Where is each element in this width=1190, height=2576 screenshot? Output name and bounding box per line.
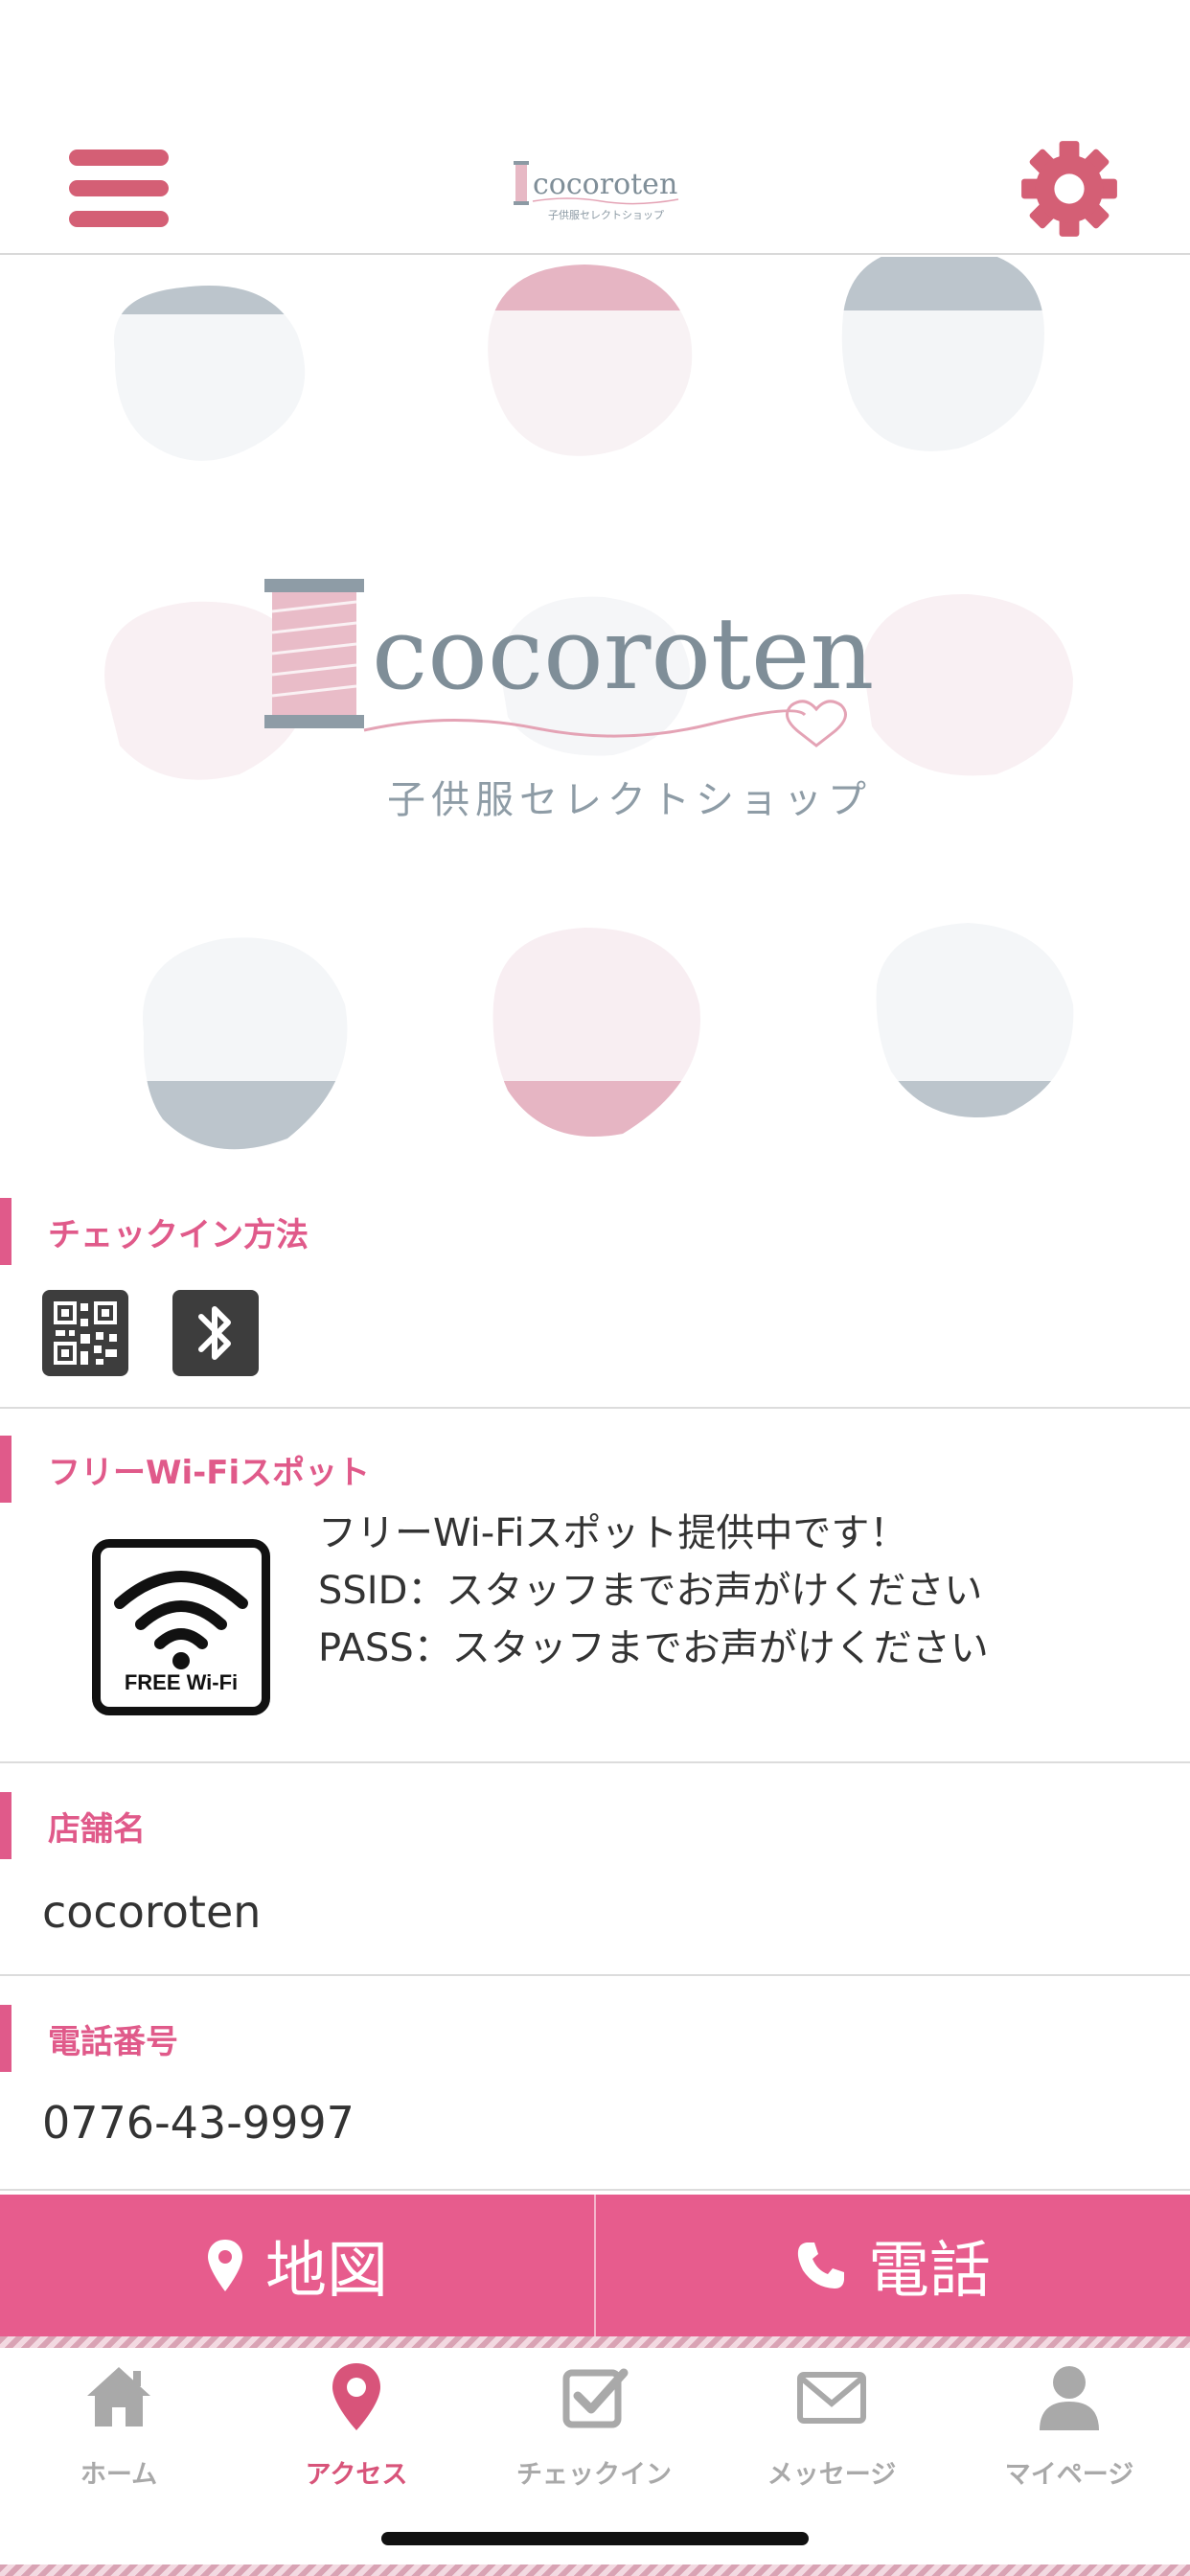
free-wifi-badge: FREE Wi-Fi [92,1539,270,1715]
header-logo[interactable]: cocoroten 子供服セレクトショップ [510,153,688,226]
tab-home[interactable]: ホーム [0,2348,238,2492]
action-bar: 地図 電話 [0,2195,1190,2336]
phone-section: 電話番号 0776-43-9997 [0,1976,1190,2191]
map-button[interactable]: 地図 [0,2195,594,2336]
wifi-ssid-line: SSID：スタッフまでお声がけください [318,1569,983,1613]
map-pin-icon [332,2363,380,2430]
wifi-title: フリーWi-Fiスポット [0,1436,370,1503]
free-wifi-badge-label: FREE Wi-Fi [124,1670,239,1694]
tab-mypage-label: マイページ [1004,2460,1134,2490]
phone-title: 電話番号 [0,2005,178,2072]
wifi-icon [114,1571,248,1669]
hero-banner: cocoroten 子供服セレクトショップ [0,257,1190,1158]
call-button[interactable]: 電話 [594,2195,1190,2336]
decorative-stripe [0,2336,1190,2348]
checkin-title: チェックイン方法 [0,1198,309,1265]
menu-bar [69,150,169,166]
tab-checkin-label: チェックイン [516,2460,672,2490]
menu-bar [69,180,169,196]
mail-icon [797,2372,866,2424]
home-icon [87,2367,150,2426]
hero-logo: cocoroten 子供服セレクトショップ [264,579,874,822]
tab-access-label: アクセス [305,2460,408,2490]
user-icon [1040,2366,1099,2430]
store-name-title: 店舗名 [0,1792,146,1859]
wifi-line: フリーWi-Fiスポット提供中です！ [318,1511,908,1555]
app-header: cocoroten 子供服セレクトショップ [0,0,1190,255]
wifi-details: フリーWi-Fiスポット提供中です！ SSID：スタッフまでお声がけください P… [318,1505,989,1677]
bluetooth-icon[interactable] [172,1290,259,1376]
home-indicator[interactable] [381,2532,809,2545]
checkin-section: チェックイン方法 [0,1198,1190,1409]
qr-code-icon[interactable] [42,1290,128,1376]
map-button-label: 地図 [265,2236,388,2307]
store-name-value: cocoroten [42,1886,262,1938]
hero-logo-subtitle: 子供服セレクトショップ [387,778,872,822]
menu-bar [69,211,169,227]
tab-home-label: ホーム [80,2460,158,2490]
decorative-stripe-bottom [0,2564,1190,2576]
wifi-pass-line: PASS：スタッフまでお声がけください [318,1626,989,1670]
tab-messages[interactable]: メッセージ [713,2348,950,2492]
call-button-label: 電話 [868,2236,991,2307]
tab-access[interactable]: アクセス [238,2348,475,2492]
header-logo-subtitle: 子供服セレクトショップ [548,208,664,221]
store-name-section: 店舗名 cocoroten [0,1763,1190,1976]
hamburger-menu-button[interactable] [69,146,169,232]
tab-messages-label: メッセージ [767,2460,897,2490]
phone-icon [795,2240,847,2291]
tab-mypage[interactable]: マイページ [950,2348,1188,2492]
settings-gear-icon[interactable] [1019,139,1119,239]
phone-number-value[interactable]: 0776-43-9997 [42,2097,355,2149]
header-logo-text: cocoroten [533,168,677,201]
map-pin-icon [206,2238,244,2293]
tab-checkin[interactable]: チェックイン [475,2348,713,2492]
hero-logo-text: cocoroten [372,595,874,712]
bottom-tab-bar: ホーム アクセス チェックイン メッセージ マイページ [0,2348,1190,2559]
wifi-section: フリーWi-Fiスポット FREE Wi-Fi フリーWi-Fiスポット提供中で… [0,1409,1190,1763]
checkin-icon [562,2368,629,2428]
